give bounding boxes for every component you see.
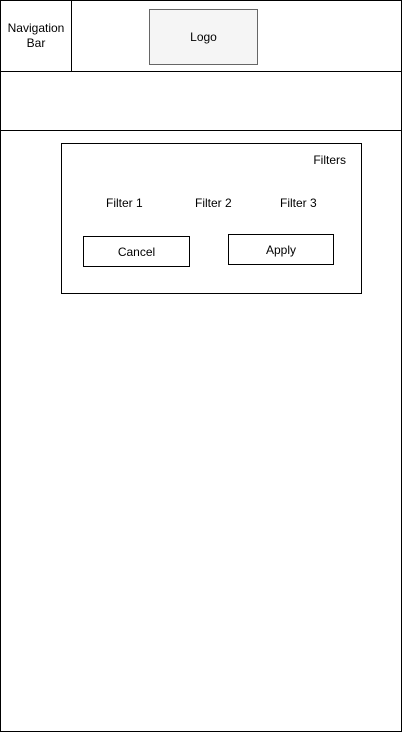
secondary-bar xyxy=(1,72,401,131)
apply-button-label: Apply xyxy=(265,242,297,257)
cancel-button-label: Cancel xyxy=(117,244,156,259)
filter-option-3[interactable]: Filter 3 xyxy=(280,196,317,210)
header: Navigation Bar Logo xyxy=(1,1,401,72)
logo-label: Logo xyxy=(190,30,217,44)
cancel-button[interactable]: Cancel xyxy=(83,236,190,267)
app-frame: Navigation Bar Logo Filters Filter 1 Fil… xyxy=(0,0,402,732)
navigation-bar-label: Navigation Bar xyxy=(7,21,65,50)
logo: Logo xyxy=(149,9,258,65)
filter-option-2[interactable]: Filter 2 xyxy=(195,196,232,210)
filters-title: Filters xyxy=(313,153,346,167)
apply-button[interactable]: Apply xyxy=(228,234,334,265)
filter-option-1[interactable]: Filter 1 xyxy=(106,196,143,210)
filters-panel: Filters Filter 1 Filter 2 Filter 3 Cance… xyxy=(61,143,362,294)
navigation-bar[interactable]: Navigation Bar xyxy=(1,1,72,71)
